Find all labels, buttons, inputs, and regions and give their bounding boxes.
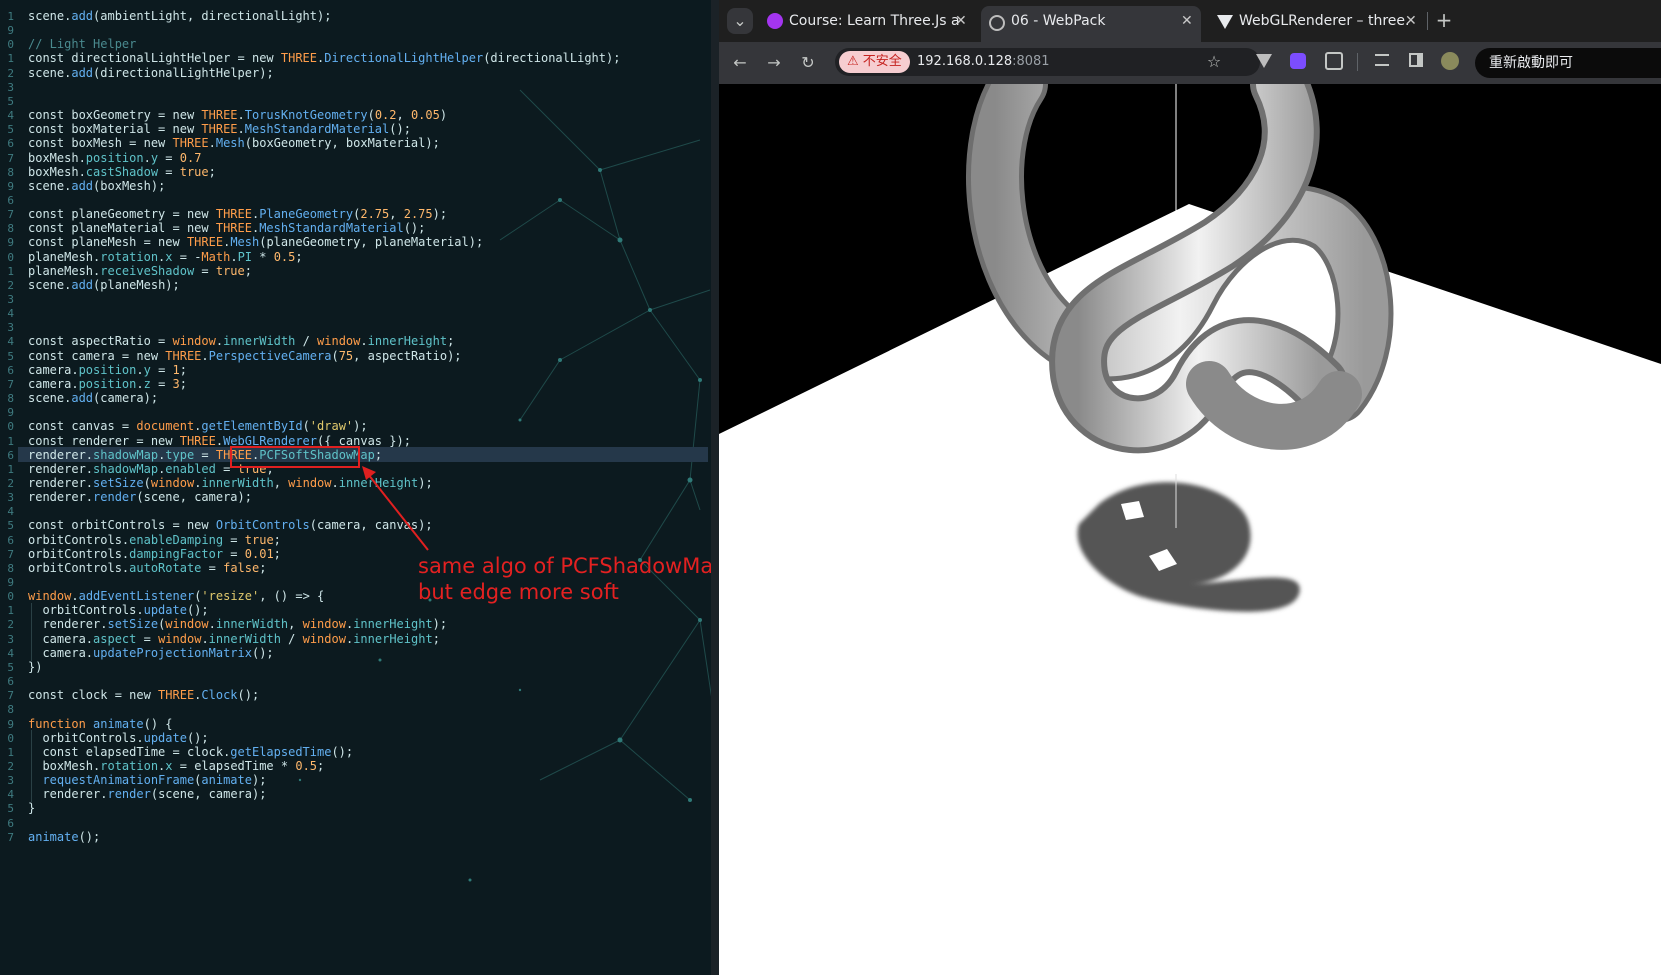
tab-course[interactable]: Course: Learn Three.Js a ✕ (759, 6, 969, 36)
reload-button[interactable]: ↻ (797, 53, 819, 73)
close-icon[interactable]: ✕ (955, 6, 967, 36)
annotation-text: same algo of PCFShadowMap but edge more … (418, 554, 718, 604)
side-panel-icon[interactable] (1409, 53, 1423, 67)
close-icon[interactable]: ✕ (1181, 6, 1193, 36)
tab-webpack[interactable]: 06 - WebPack ✕ (981, 6, 1201, 42)
code-editor[interactable]: 1901235456789678901234345678901612345678… (0, 0, 718, 975)
extensions-puzzle-icon[interactable] (1325, 52, 1343, 70)
relaunch-button[interactable]: 重新啟動即可 (1475, 48, 1661, 78)
threejs-icon (1217, 15, 1233, 29)
vue-devtools-icon[interactable] (1256, 54, 1272, 68)
extension-shield-icon[interactable] (1290, 53, 1306, 69)
browser-window: ⌄ Course: Learn Three.Js a ✕ 06 - WebPac… (719, 0, 1661, 975)
new-tab-button[interactable]: + (1433, 10, 1455, 30)
security-warning-badge[interactable]: ⚠ 不安全 (839, 51, 910, 73)
globe-icon (989, 15, 1005, 31)
udemy-icon (767, 13, 783, 29)
tab-separator (1427, 12, 1428, 30)
tab-webglrenderer[interactable]: WebGLRenderer – three. ✕ (1209, 6, 1419, 36)
tab-search-icon[interactable]: ⌄ (727, 8, 753, 34)
media-queue-icon[interactable] (1375, 54, 1389, 66)
toolbar-separator (1357, 53, 1358, 71)
bookmark-star-icon[interactable]: ☆ (1203, 52, 1225, 72)
profile-avatar[interactable] (1441, 52, 1459, 70)
pane-divider[interactable] (711, 0, 719, 975)
forward-button[interactable]: → (763, 53, 785, 73)
webgl-canvas[interactable] (719, 84, 1661, 975)
tab-bar: ⌄ Course: Learn Three.Js a ✕ 06 - WebPac… (719, 0, 1661, 42)
annotation-arrow (362, 466, 429, 551)
back-button[interactable]: ← (729, 53, 751, 73)
close-icon[interactable]: ✕ (1405, 6, 1417, 36)
url-text[interactable]: 192.168.0.128:8081 (917, 48, 1050, 76)
address-bar[interactable]: ⚠ 不安全 192.168.0.128:8081 ☆ (835, 48, 1260, 76)
